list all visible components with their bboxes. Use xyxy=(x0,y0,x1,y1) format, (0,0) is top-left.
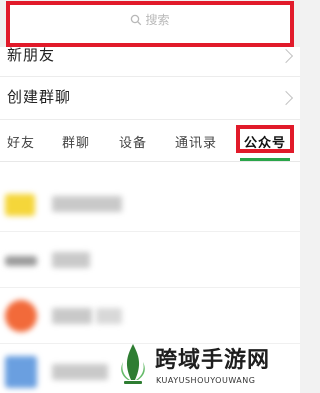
new-friends-row[interactable]: 新朋友 xyxy=(0,46,300,77)
tab-contacts[interactable]: 通讯录 xyxy=(175,132,217,151)
screen: 搜索 新朋友 创建群聊 好友 群聊 设备 通讯录 公众号 跨域手游网 KUAYU… xyxy=(0,0,300,393)
chevron-right-icon xyxy=(278,48,294,64)
active-tab-indicator xyxy=(240,158,290,161)
tab-devices[interactable]: 设备 xyxy=(119,132,147,151)
blurred-name xyxy=(52,196,122,212)
list-item[interactable] xyxy=(0,232,300,288)
blurred-name xyxy=(52,252,90,268)
new-friends-label: 新朋友 xyxy=(7,46,56,64)
search-icon xyxy=(131,14,142,26)
create-group-row[interactable]: 创建群聊 xyxy=(0,77,300,120)
avatar xyxy=(5,194,35,216)
avatar xyxy=(5,356,37,388)
watermark-subtitle: KUAYUSHOUYOUWANG xyxy=(156,376,256,385)
chevron-right-icon xyxy=(278,90,294,106)
tab-friends[interactable]: 好友 xyxy=(7,132,35,151)
create-group-label: 创建群聊 xyxy=(7,88,72,106)
search-placeholder-wrap: 搜索 xyxy=(10,13,290,27)
list-item[interactable] xyxy=(0,176,300,232)
list-item[interactable] xyxy=(0,288,300,344)
watermark-logo-icon xyxy=(121,344,145,384)
watermark-title: 跨域手游网 xyxy=(155,348,271,373)
site-watermark: 跨域手游网 KUAYUSHOUYOUWANG xyxy=(118,340,300,393)
search-placeholder: 搜索 xyxy=(145,13,170,27)
blurred-name xyxy=(52,364,108,380)
avatar xyxy=(5,300,37,332)
search-input[interactable]: 搜索 xyxy=(6,1,294,47)
tab-groups[interactable]: 群聊 xyxy=(62,132,90,151)
blurred-name xyxy=(52,308,92,324)
search-area: 搜索 xyxy=(0,0,300,47)
avatar xyxy=(5,256,37,266)
contact-tabs: 好友 群聊 设备 通讯录 公众号 xyxy=(0,120,300,162)
blurred-name xyxy=(96,308,122,324)
tab-official-accounts[interactable]: 公众号 xyxy=(244,132,286,151)
